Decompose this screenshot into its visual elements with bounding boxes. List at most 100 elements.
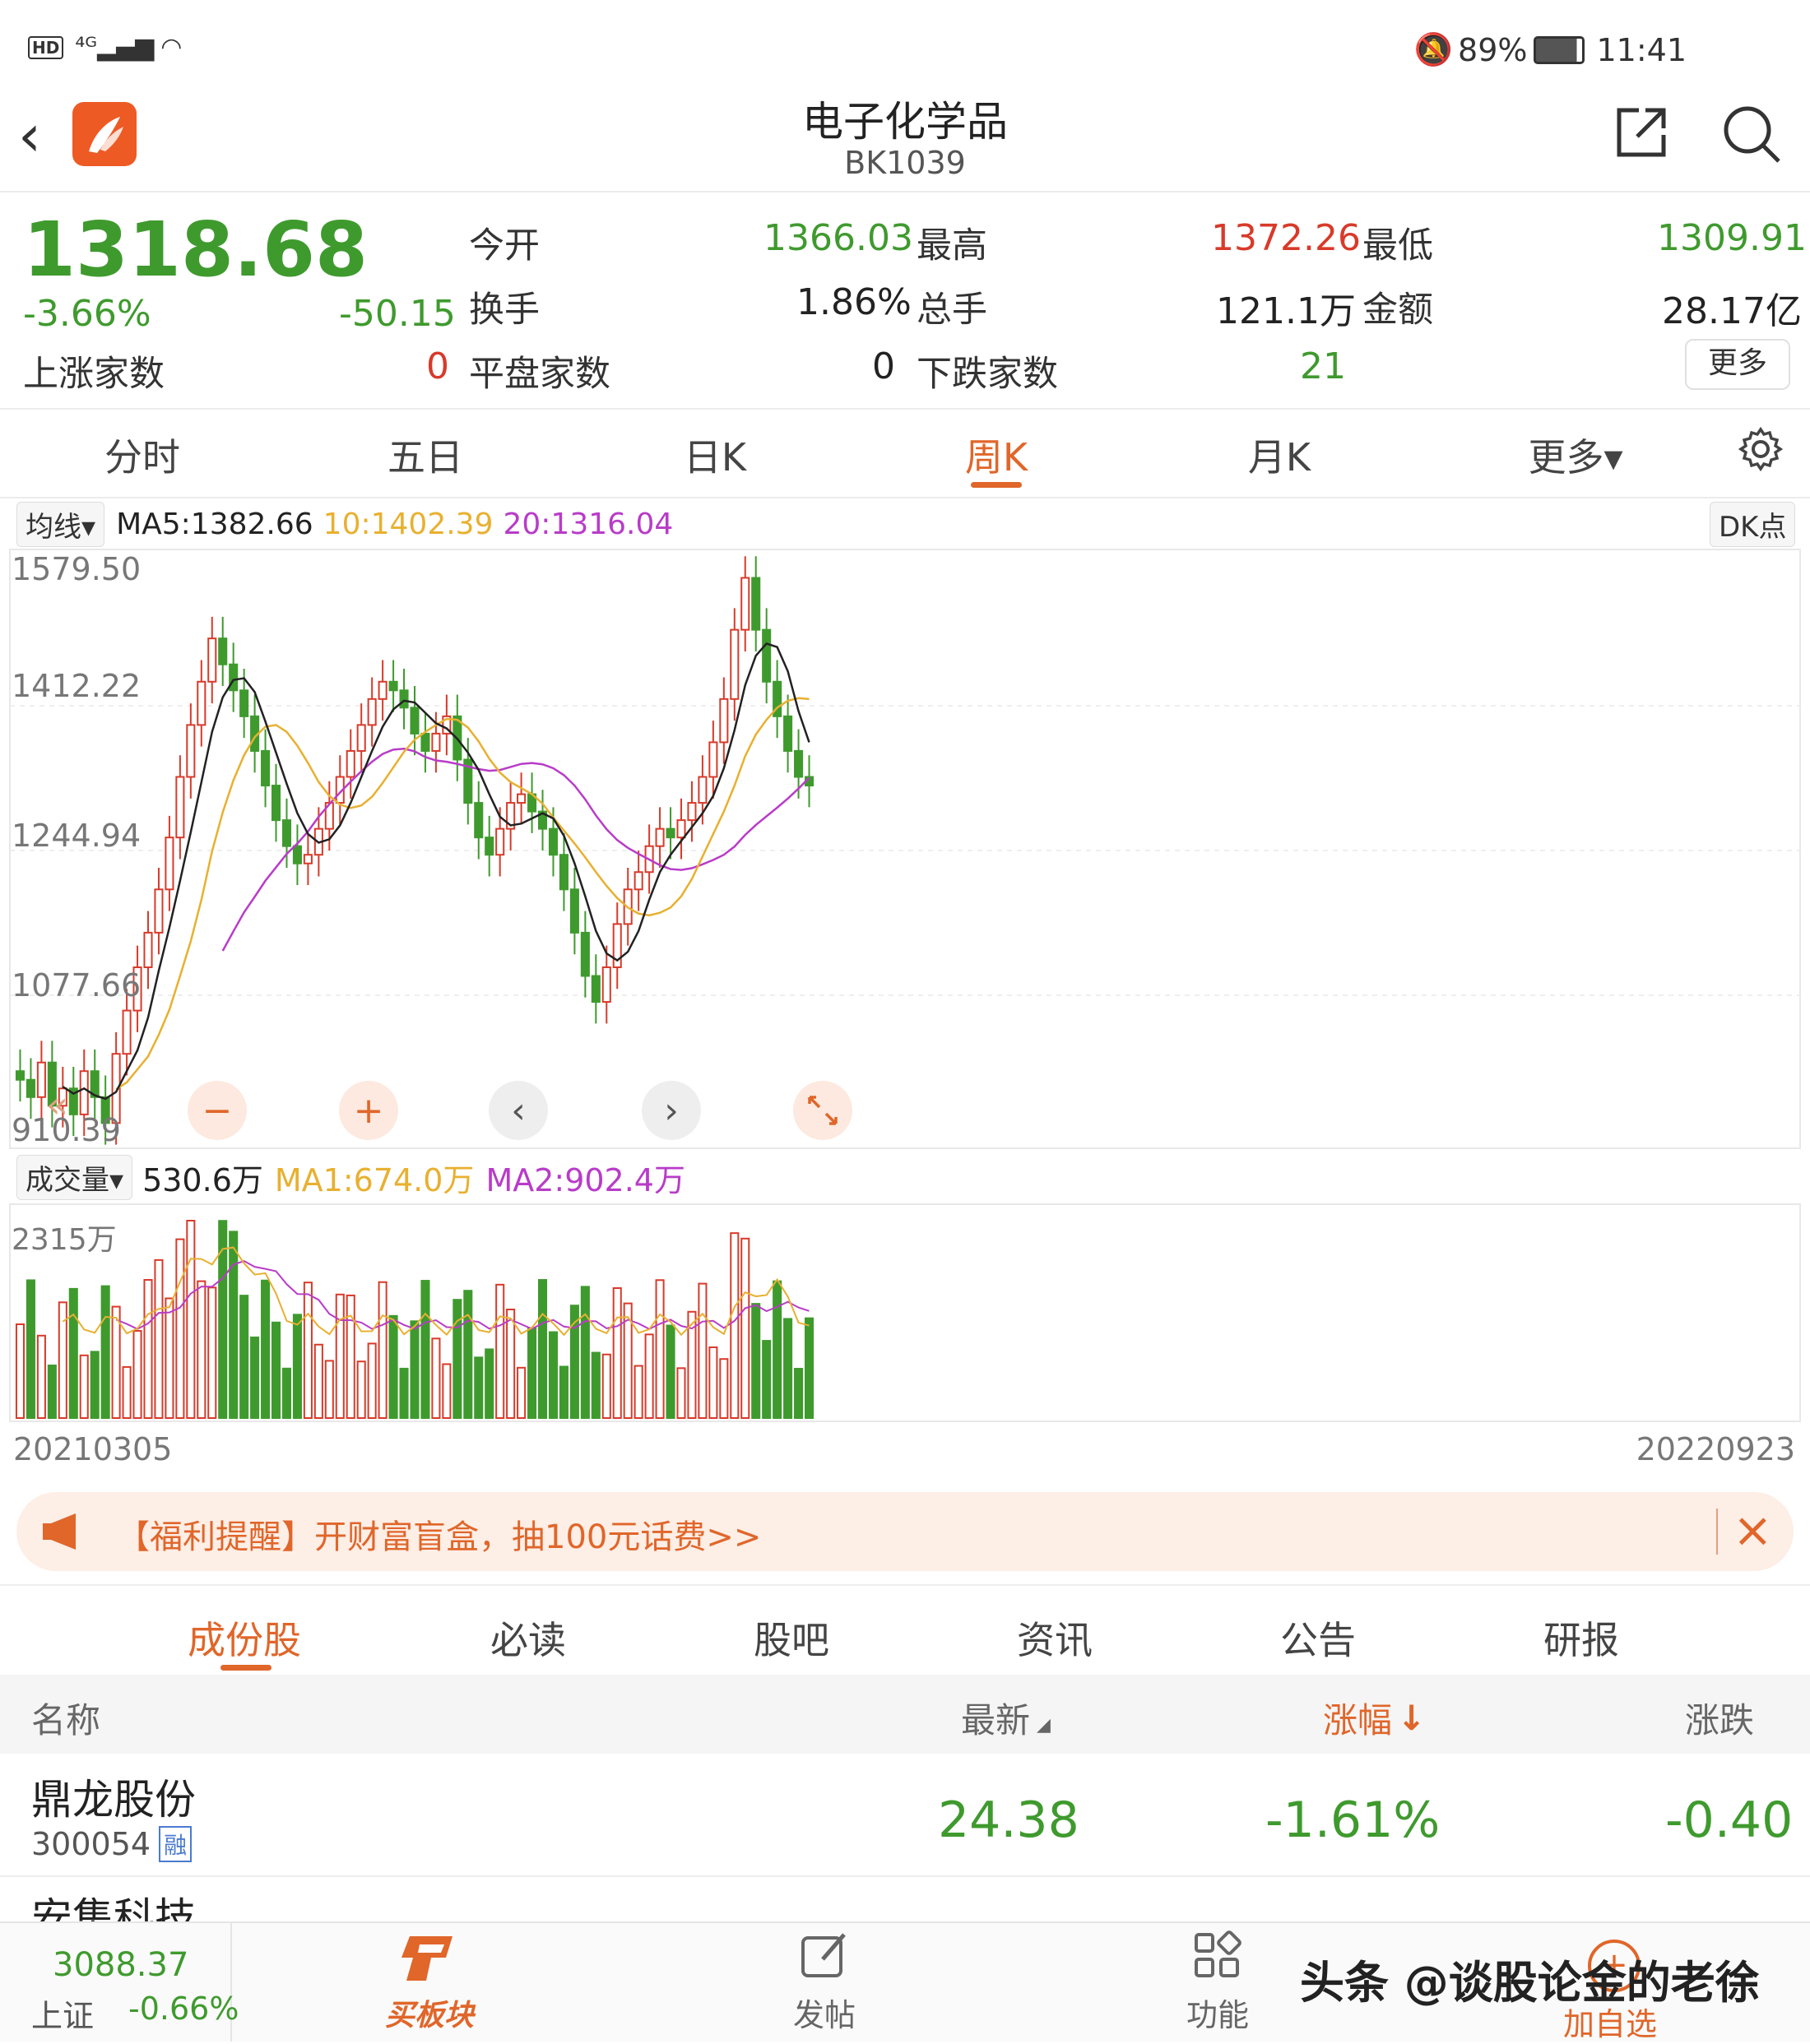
volume-bar — [324, 1360, 334, 1419]
volume-bar — [356, 1360, 366, 1419]
sector-code: BK1039 — [844, 145, 966, 181]
volume-bar — [111, 1305, 121, 1420]
volume-bar — [655, 1279, 665, 1419]
volume-bar — [90, 1351, 100, 1420]
stock-name-partial[interactable]: 安集科技 — [31, 1885, 196, 1921]
volume-bar — [292, 1314, 302, 1419]
more-button[interactable]: 更多 — [1685, 339, 1790, 390]
candle-body — [218, 637, 228, 665]
volume-bar — [751, 1303, 761, 1419]
volume-bar — [580, 1286, 590, 1420]
ma-selector[interactable]: 均线▾ — [16, 502, 105, 547]
volume-bar — [132, 1330, 142, 1419]
promo-banner[interactable]: 【福利提醒】开财富盲盒，抽100元话费>> × — [16, 1492, 1794, 1571]
candle-body — [303, 854, 313, 864]
candle-body — [165, 837, 174, 891]
open-value: 1366.03 — [763, 217, 913, 259]
volume-bar — [186, 1220, 196, 1419]
candle-body — [719, 698, 729, 744]
stock-code-group: 300054 融 — [31, 1826, 193, 1862]
candle-body — [485, 837, 494, 856]
table-row[interactable]: 鼎龙股份 300054 融 24.38 -1.61% -0.40 — [0, 1754, 1810, 1877]
function-button[interactable]: 功能 — [1160, 1930, 1275, 2035]
mute-icon: 🔕 — [1413, 31, 1454, 67]
tab-intraday[interactable]: 分时 — [97, 428, 188, 482]
candle-body — [601, 966, 611, 1003]
prev-button[interactable]: ‹ — [489, 1081, 548, 1140]
volume-current: 530.6万 — [142, 1162, 263, 1198]
signal-icons: HD ⁴ᴳ▂▄▆ ◠ — [28, 33, 182, 62]
volume-bar — [79, 1354, 89, 1419]
volume-bar — [165, 1297, 174, 1420]
volume-bar — [463, 1290, 473, 1419]
tab-daily-k[interactable]: 日K — [670, 428, 760, 482]
tab-news[interactable]: 资讯 — [1017, 1611, 1093, 1665]
dk-point-button[interactable]: DK点 — [1710, 502, 1796, 547]
volume-bar — [559, 1365, 569, 1419]
candle-body — [239, 689, 249, 717]
tab-constituents[interactable]: 成份股 — [188, 1611, 301, 1665]
zoom-out-button[interactable]: − — [188, 1081, 247, 1140]
volume-bar — [783, 1318, 793, 1419]
candle-body — [666, 827, 675, 839]
last-price: 1318.68 — [23, 206, 369, 294]
header: ‹ 电子化学品 BK1039 — [0, 82, 1810, 192]
settings-gear-icon[interactable] — [1738, 426, 1784, 475]
volume-selector[interactable]: 成交量▾ — [16, 1155, 133, 1200]
table-header: 名称 最新 ◢ 涨幅 ↓ 涨跌 — [0, 1675, 1810, 1754]
candle-body — [730, 628, 740, 700]
volume-bar — [420, 1280, 430, 1419]
next-button[interactable]: › — [642, 1081, 701, 1140]
price-axis-label: 1412.22 — [12, 668, 142, 704]
volume-bar — [68, 1287, 78, 1419]
volume-axis-max: 2315万 — [12, 1223, 117, 1257]
fullscreen-icon[interactable] — [793, 1081, 852, 1140]
buy-sector-button[interactable]: 买板块 — [372, 1930, 487, 2034]
volume-bar — [15, 1323, 26, 1419]
candle-body — [367, 698, 377, 726]
candle-body — [559, 854, 569, 891]
zoom-in-button[interactable]: + — [339, 1081, 398, 1140]
tab-forum[interactable]: 股吧 — [754, 1611, 829, 1665]
candle-body — [292, 845, 302, 864]
tab-announcements[interactable]: 公告 — [1280, 1611, 1356, 1665]
tab-more[interactable]: 更多▾ — [1522, 428, 1629, 482]
sort-desc-icon: ↓ — [1397, 1698, 1427, 1738]
volume-bar — [698, 1282, 708, 1419]
volume-bar — [250, 1336, 260, 1419]
tab-five-day[interactable]: 五日 — [380, 428, 471, 482]
volume-bar — [47, 1364, 57, 1419]
close-icon[interactable]: × — [1733, 1502, 1773, 1558]
volume-bar — [399, 1367, 409, 1420]
col-pct[interactable]: 涨幅 ↓ — [1323, 1693, 1426, 1743]
col-last[interactable]: 最新 ◢ — [961, 1693, 1051, 1743]
search-icon[interactable] — [1721, 104, 1782, 168]
col-chg[interactable]: 涨跌 — [1685, 1693, 1754, 1743]
volume-chart[interactable] — [8, 1203, 1802, 1423]
volume-bar — [281, 1367, 292, 1419]
share-icon[interactable] — [1614, 105, 1668, 163]
candle-body — [569, 888, 579, 934]
candle-body — [388, 680, 398, 692]
scroll-left-icon[interactable]: « — [46, 1084, 68, 1126]
volume-bar — [495, 1283, 505, 1419]
candle-body — [783, 715, 793, 752]
volume-ma1: MA1:674.0万 — [274, 1162, 475, 1198]
col-name[interactable]: 名称 — [31, 1693, 100, 1743]
volume-bar — [644, 1333, 654, 1419]
candlestick-chart[interactable] — [8, 548, 1802, 1150]
tab-research[interactable]: 研报 — [1543, 1611, 1619, 1665]
tab-active-indicator — [971, 482, 1022, 488]
flat-count-label: 平盘家数 — [469, 354, 610, 395]
content-tabs: 成份股 必读 股吧 资讯 公告 研报 — [0, 1584, 1810, 1676]
change-pct: -3.66% — [23, 293, 151, 335]
candle-body — [580, 931, 590, 977]
up-count: 0 — [426, 345, 449, 387]
volume-bar — [175, 1238, 185, 1419]
post-button[interactable]: 发帖 — [767, 1930, 882, 2035]
tab-monthly-k[interactable]: 月K — [1234, 428, 1325, 482]
tab-must-read[interactable]: 必读 — [490, 1611, 566, 1665]
volume-bar — [100, 1285, 110, 1420]
tab-weekly-k[interactable]: 周K — [951, 428, 1042, 482]
index-ticker[interactable]: 3088.37 上证 -0.66% — [0, 1923, 239, 2042]
